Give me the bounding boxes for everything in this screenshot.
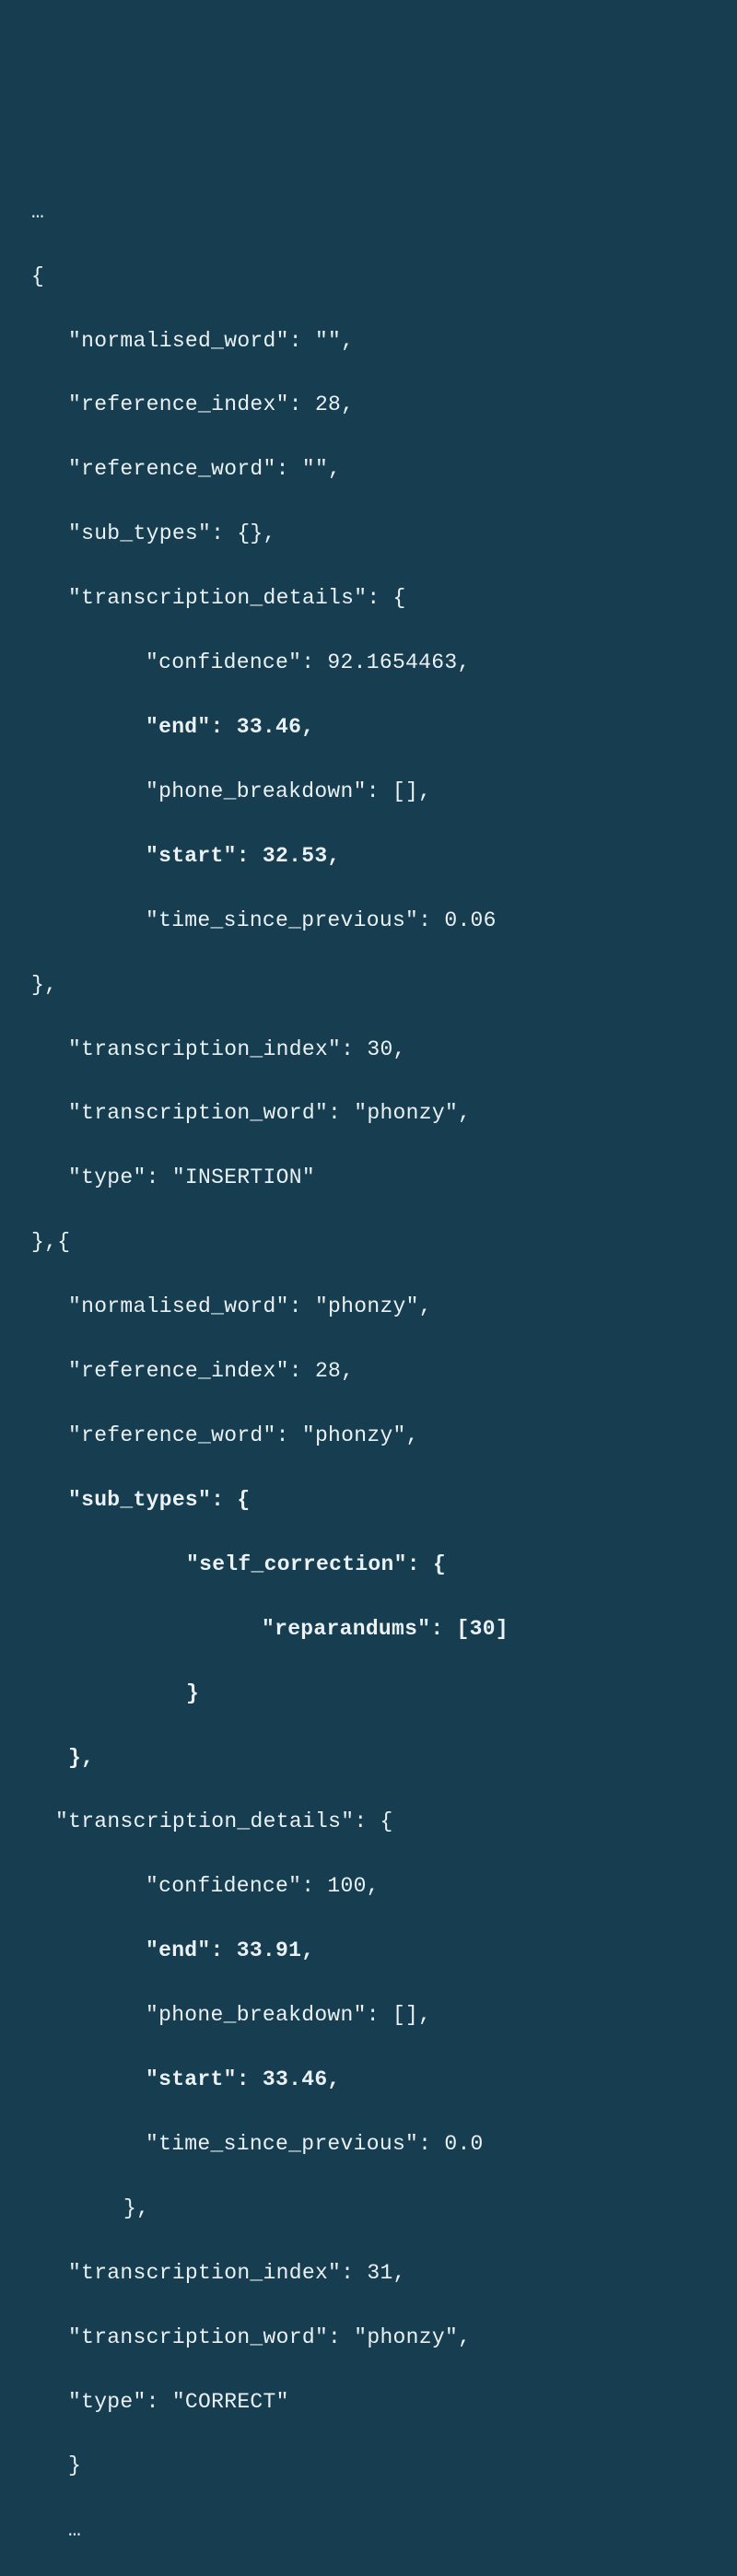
kv-reparandums: "reparandums": [30]: [31, 1613, 706, 1645]
json-code-block: … { "normalised_word": "", "reference_in…: [31, 164, 706, 2576]
kv-time-since-previous: "time_since_previous": 0.06: [31, 905, 706, 937]
kv-sub-types-open: "sub_types": {: [31, 1484, 706, 1516]
kv-reference-index: "reference_index": 28,: [31, 389, 706, 421]
td-brace-close: },: [31, 969, 706, 1001]
kv-reference-word-2: "reference_word": "phonzy",: [31, 1420, 706, 1452]
kv-transcription-word: "transcription_word": "phonzy",: [31, 1097, 706, 1130]
kv-normalised-word-2: "normalised_word": "phonzy",: [31, 1291, 706, 1323]
sub-types-close: },: [31, 1742, 706, 1774]
kv-phone-breakdown-2: "phone_breakdown": [],: [31, 1999, 706, 2032]
kv-phone-breakdown: "phone_breakdown": [],: [31, 776, 706, 808]
kv-end: "end": 33.46,: [31, 711, 706, 744]
kv-confidence-2: "confidence": 100,: [31, 1870, 706, 1903]
kv-start-2: "start": 33.46,: [31, 2064, 706, 2096]
kv-transcription-details-open-2: "transcription_details": {: [31, 1806, 706, 1838]
kv-normalised-word: "normalised_word": "",: [31, 325, 706, 357]
kv-reference-word: "reference_word": "",: [31, 453, 706, 486]
kv-transcription-index-2: "transcription_index": 31,: [31, 2257, 706, 2289]
kv-type-2: "type": "CORRECT": [31, 2386, 706, 2418]
brace-close-2: }: [31, 2450, 706, 2482]
kv-transcription-index: "transcription_index": 30,: [31, 1034, 706, 1066]
kv-reference-index-2: "reference_index": 28,: [31, 1355, 706, 1388]
kv-transcription-details-open: "transcription_details": {: [31, 582, 706, 615]
brace-open: {: [31, 261, 706, 293]
ellipsis-top: …: [31, 196, 706, 228]
ellipsis-bottom: …: [31, 2514, 706, 2547]
kv-type: "type": "INSERTION": [31, 1162, 706, 1194]
kv-transcription-word-2: "transcription_word": "phonzy",: [31, 2322, 706, 2354]
self-correction-close: }: [31, 1678, 706, 1710]
kv-end-2: "end": 33.91,: [31, 1935, 706, 1967]
kv-time-since-previous-2: "time_since_previous": 0.0: [31, 2128, 706, 2160]
td-brace-close-2: },: [31, 2193, 706, 2225]
kv-self-correction-open: "self_correction": {: [31, 1549, 706, 1581]
object-separator: },{: [31, 1226, 706, 1259]
kv-start: "start": 32.53,: [31, 840, 706, 872]
kv-sub-types: "sub_types": {},: [31, 518, 706, 550]
kv-confidence: "confidence": 92.1654463,: [31, 647, 706, 679]
